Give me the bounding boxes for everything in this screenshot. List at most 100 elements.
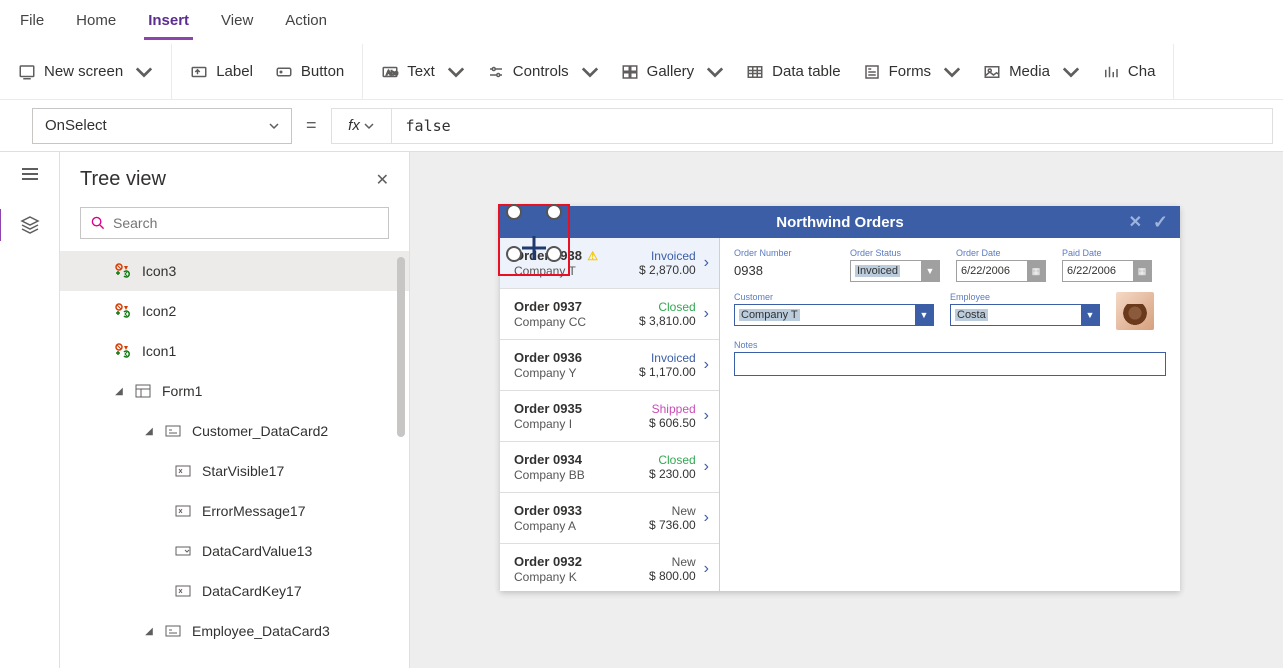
chevron-right-icon: › (704, 305, 709, 323)
add-icon[interactable] (518, 232, 550, 264)
icon-node-icon (114, 343, 132, 359)
calendar-icon: ▦ (1027, 261, 1045, 281)
paid-date-picker[interactable]: 6/22/2006▦ (1062, 260, 1152, 282)
tree-node-customer-datacard[interactable]: ◢ Customer_DataCard2 (60, 411, 409, 451)
tree-node-icon2[interactable]: Icon2 (60, 291, 409, 331)
text-dropdown[interactable]: Abc Text (381, 63, 465, 81)
icon-node-icon (114, 303, 132, 319)
tree-search-box[interactable] (80, 207, 389, 239)
warning-icon: ⚠ (584, 249, 598, 263)
order-number: Order 0934 (514, 452, 585, 468)
order-status: New (672, 504, 696, 518)
button-button[interactable]: Button (275, 63, 344, 81)
new-screen-button[interactable]: New screen (18, 63, 153, 81)
order-row[interactable]: Order 0933Company ANew$ 736.00› (500, 493, 719, 544)
chevron-right-icon: › (704, 407, 709, 425)
order-number: Order 0932 (514, 554, 582, 570)
order-status: Closed (658, 453, 695, 467)
menu-bar: File Home Insert View Action (0, 0, 1283, 44)
canvas[interactable]: Northwind Orders ✕ ✓ Order 0938 ⚠Company… (410, 152, 1283, 668)
datacard-icon (164, 423, 182, 439)
order-row[interactable]: Order 0937Company CCClosed$ 3,810.00› (500, 289, 719, 340)
tree-node-datacardkey[interactable]: DataCardKey17 (60, 571, 409, 611)
selection-handle[interactable] (546, 204, 562, 220)
order-amount: $ 1,170.00 (639, 365, 696, 379)
menu-home[interactable]: Home (72, 4, 120, 40)
chevron-down-icon: ▼ (1081, 305, 1099, 325)
order-date-label: Order Date (956, 248, 1046, 258)
order-row[interactable]: Order 0932Company KNew$ 800.00› (500, 544, 719, 591)
submit-icon[interactable]: ✓ (1153, 212, 1168, 233)
cancel-icon[interactable]: ✕ (1129, 212, 1142, 232)
forms-dropdown[interactable]: Forms (863, 63, 962, 81)
selection-box[interactable] (498, 204, 570, 276)
order-gallery[interactable]: Order 0938 ⚠Company TInvoiced$ 2,870.00›… (500, 238, 720, 591)
search-icon (91, 216, 105, 230)
tree-node-datacardvalue[interactable]: DataCardValue13 (60, 531, 409, 571)
controls-dropdown[interactable]: Controls (487, 63, 599, 81)
menu-insert[interactable]: Insert (144, 4, 193, 40)
chart-icon (1102, 63, 1120, 81)
order-company: Company BB (514, 468, 585, 482)
employee-select[interactable]: Costa▼ (950, 304, 1100, 326)
menu-view[interactable]: View (217, 4, 257, 40)
menu-action[interactable]: Action (281, 4, 331, 40)
selection-handle[interactable] (506, 204, 522, 220)
order-status: Closed (658, 300, 695, 314)
order-amount: $ 800.00 (649, 569, 696, 583)
order-status: Invoiced (651, 249, 696, 263)
order-date-picker[interactable]: 6/22/2006▦ (956, 260, 1046, 282)
label-button[interactable]: Label (190, 63, 253, 81)
media-dropdown[interactable]: Media (983, 63, 1080, 81)
chevron-down-icon (1062, 63, 1080, 81)
notes-input[interactable] (734, 352, 1166, 376)
expander-icon[interactable]: ◢ (144, 426, 154, 437)
data-table-button[interactable]: Data table (746, 63, 840, 81)
hamburger-icon (20, 164, 40, 184)
expander-icon[interactable]: ◢ (144, 626, 154, 637)
formula-input[interactable]: false (391, 108, 1273, 144)
order-company: Company CC (514, 315, 586, 329)
charts-dropdown[interactable]: Cha (1102, 63, 1156, 81)
chevron-right-icon: › (704, 560, 709, 578)
chevron-down-icon (269, 121, 279, 131)
order-number-value: 0938 (734, 260, 834, 280)
tree-node-icon1[interactable]: Icon1 (60, 331, 409, 371)
tree-node-errormessage[interactable]: ErrorMessage17 (60, 491, 409, 531)
order-detail-form: Order Number 0938 Order Status Invoiced▼… (720, 238, 1180, 591)
order-amount: $ 2,870.00 (639, 263, 696, 277)
menu-file[interactable]: File (16, 4, 48, 40)
label-icon (174, 503, 192, 519)
order-status-select[interactable]: Invoiced▼ (850, 260, 940, 282)
tree-view-panel: Tree view ✕ Icon3 Icon2 Icon1 (60, 152, 410, 668)
expander-icon[interactable]: ◢ (114, 386, 124, 397)
dropdown-icon (174, 543, 192, 559)
order-amount: $ 606.50 (649, 416, 696, 430)
tree-node-starvisible[interactable]: StarVisible17 (60, 451, 409, 491)
customer-select[interactable]: Company T▼ (734, 304, 934, 326)
gallery-icon (621, 63, 639, 81)
order-row[interactable]: Order 0935Company IShipped$ 606.50› (500, 391, 719, 442)
hamburger-button[interactable] (20, 164, 40, 187)
gallery-dropdown[interactable]: Gallery (621, 63, 725, 81)
notes-label: Notes (734, 340, 1166, 350)
app-title-bar: Northwind Orders ✕ ✓ (500, 206, 1180, 238)
paid-date-label: Paid Date (1062, 248, 1152, 258)
tree-node-icon3[interactable]: Icon3 (60, 251, 409, 291)
chevron-right-icon: › (704, 458, 709, 476)
tree-node-employee-datacard[interactable]: ◢ Employee_DataCard3 (60, 611, 409, 651)
order-row[interactable]: Order 0936Company YInvoiced$ 1,170.00› (500, 340, 719, 391)
tree-node-form1[interactable]: ◢ Form1 (60, 371, 409, 411)
fx-button[interactable]: fx (331, 108, 391, 144)
order-status-label: Order Status (850, 248, 940, 258)
tree-search-input[interactable] (113, 215, 378, 231)
property-selector[interactable]: OnSelect (32, 108, 292, 144)
close-panel-button[interactable]: ✕ (376, 170, 389, 190)
scrollbar[interactable] (397, 257, 405, 437)
order-number: Order 0933 (514, 503, 582, 519)
order-row[interactable]: Order 0934Company BBClosed$ 230.00› (500, 442, 719, 493)
tree-view-button[interactable] (20, 215, 40, 238)
order-company: Company I (514, 417, 582, 431)
app-preview[interactable]: Northwind Orders ✕ ✓ Order 0938 ⚠Company… (500, 206, 1180, 591)
calendar-icon: ▦ (1133, 261, 1151, 281)
